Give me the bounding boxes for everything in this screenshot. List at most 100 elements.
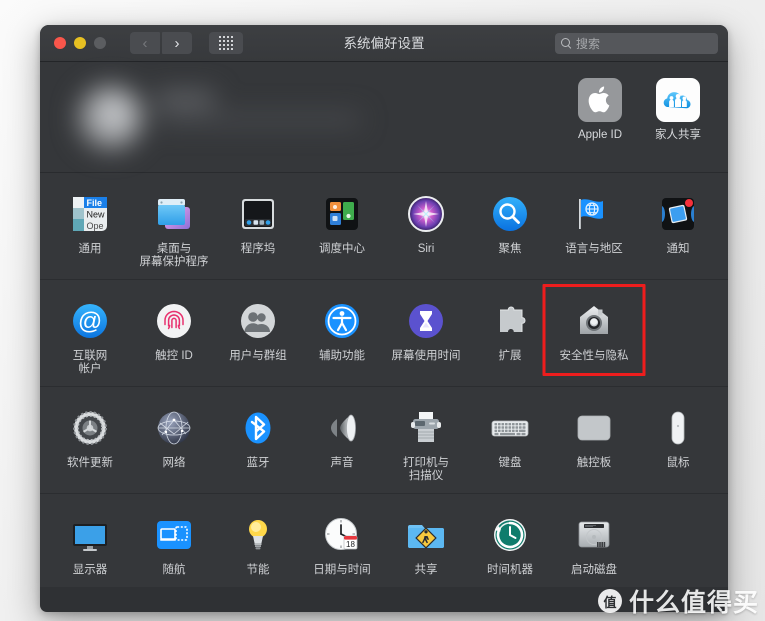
grid-icon <box>219 36 233 50</box>
pref-row: 软件更新 网络 蓝牙 声音 打印机与 扫描仪 键盘 触控板 鼠标 <box>40 398 728 487</box>
pref-empty-slot <box>636 291 720 380</box>
chevron-right-icon: › <box>174 34 180 52</box>
pref-row: File New Ope 通用 桌面与 屏幕保护程序 程序坞 调度中心 Siri… <box>40 184 728 273</box>
pref-time-machine[interactable]: 时间机器 <box>468 505 552 581</box>
notifications-icon <box>654 190 702 238</box>
pref-label: 网络 <box>162 457 186 469</box>
pref-sharing[interactable]: 共享 <box>384 505 468 581</box>
pref-empty-slot <box>636 505 720 581</box>
pref-label: 安全性与隐私 <box>559 350 629 362</box>
network-icon <box>150 404 198 452</box>
pref-software-update[interactable]: 软件更新 <box>48 398 132 487</box>
extensions-icon <box>486 297 534 345</box>
pref-touch-id[interactable]: 触控 ID <box>132 291 216 380</box>
dock-icon <box>234 190 282 238</box>
users-groups-icon <box>234 297 282 345</box>
minimize-button[interactable] <box>74 37 86 49</box>
svg-text:Ope: Ope <box>87 221 104 231</box>
pref-accessibility[interactable]: 辅助功能 <box>300 291 384 380</box>
search-field[interactable]: 搜索 <box>555 33 718 54</box>
search-placeholder: 搜索 <box>576 37 601 51</box>
pref-label: 桌面与 屏幕保护程序 <box>139 243 209 268</box>
pref-users-groups[interactable]: 用户与群组 <box>216 291 300 380</box>
pref-mouse[interactable]: 鼠标 <box>636 398 720 487</box>
pref-label: 语言与地区 <box>565 243 623 255</box>
traffic-light-group <box>54 37 106 49</box>
system-preferences-window: ‹ › 系统偏好设置 搜索 Apple ID 家人共享 File New Ope… <box>40 25 728 612</box>
accessibility-icon <box>318 297 366 345</box>
pref-siri[interactable]: Siri <box>384 184 468 273</box>
account-banner: Apple ID 家人共享 <box>40 62 728 173</box>
pref-label: 随航 <box>162 564 186 576</box>
pref-bluetooth[interactable]: 蓝牙 <box>216 398 300 487</box>
pref-label: 蓝牙 <box>246 457 270 469</box>
blurred-profile[interactable] <box>56 70 376 162</box>
pref-printers-scanners[interactable]: 打印机与 扫描仪 <box>384 398 468 487</box>
trackpad-icon <box>570 404 618 452</box>
account-detail-redacted <box>156 114 360 125</box>
pref-energy-saver[interactable]: 节能 <box>216 505 300 581</box>
forward-button[interactable]: › <box>162 32 192 54</box>
pref-mission-control[interactable]: 调度中心 <box>300 184 384 273</box>
pref-label: 软件更新 <box>67 457 113 469</box>
pref-label: 通用 <box>78 243 102 255</box>
pref-network[interactable]: 网络 <box>132 398 216 487</box>
pref-startup-disk[interactable]: 启动磁盘 <box>552 505 636 581</box>
pref-spotlight[interactable]: 聚焦 <box>468 184 552 273</box>
pref-date-time[interactable]: 18 日期与时间 <box>300 505 384 581</box>
show-all-button[interactable] <box>209 32 243 54</box>
pref-label: 通知 <box>666 243 690 255</box>
pref-sound[interactable]: 声音 <box>300 398 384 487</box>
siri-icon <box>402 190 450 238</box>
search-icon <box>561 38 572 49</box>
section-hardware: 软件更新 网络 蓝牙 声音 打印机与 扫描仪 键盘 触控板 鼠标 <box>40 386 728 493</box>
close-button[interactable] <box>54 37 66 49</box>
pref-trackpad[interactable]: 触控板 <box>552 398 636 487</box>
pref-security-privacy[interactable]: 安全性与隐私 <box>552 291 636 380</box>
pref-notifications[interactable]: 通知 <box>636 184 720 273</box>
family-sharing-icon <box>654 76 702 124</box>
watermark: 值 什么值得买 <box>597 583 759 619</box>
screen-time-icon <box>402 297 450 345</box>
section-system: 显示器 随航 节能 18 日期与时间 共享 时间机器 启动磁盘 <box>40 493 728 587</box>
pref-row: @ 互联网 帐户 触控 ID 用户与群组 辅助功能 屏幕使用时间 扩展 安全性与… <box>40 291 728 380</box>
zoom-button[interactable] <box>94 37 106 49</box>
pref-label: 调度中心 <box>319 243 365 255</box>
time-machine-icon <box>486 511 534 559</box>
chevron-left-icon: ‹ <box>142 34 148 52</box>
pref-language-region[interactable]: 语言与地区 <box>552 184 636 273</box>
startup-disk-icon <box>570 511 618 559</box>
touch-id-icon <box>150 297 198 345</box>
pref-family-sharing[interactable]: 家人共享 <box>654 76 702 142</box>
pref-sidecar[interactable]: 随航 <box>132 505 216 581</box>
security-privacy-icon <box>570 297 618 345</box>
pref-displays[interactable]: 显示器 <box>48 505 132 581</box>
pref-label: 聚焦 <box>498 243 522 255</box>
pref-general[interactable]: File New Ope 通用 <box>48 184 132 273</box>
displays-icon <box>66 511 114 559</box>
software-update-icon <box>66 404 114 452</box>
pref-keyboard[interactable]: 键盘 <box>468 398 552 487</box>
account-name-redacted <box>156 92 214 106</box>
pref-apple-id[interactable]: Apple ID <box>576 76 624 142</box>
avatar <box>78 86 142 150</box>
pref-label: 鼠标 <box>666 457 690 469</box>
pref-label: 打印机与 扫描仪 <box>403 457 449 482</box>
spotlight-icon <box>486 190 534 238</box>
navigation-buttons: ‹ › <box>130 32 192 54</box>
pref-dock[interactable]: 程序坞 <box>216 184 300 273</box>
preferences-grid: File New Ope 通用 桌面与 屏幕保护程序 程序坞 调度中心 Siri… <box>40 173 728 587</box>
pref-internet-accounts[interactable]: @ 互联网 帐户 <box>48 291 132 380</box>
sidecar-icon <box>150 511 198 559</box>
pref-label: 时间机器 <box>487 564 533 576</box>
section-personal: File New Ope 通用 桌面与 屏幕保护程序 程序坞 调度中心 Siri… <box>40 173 728 279</box>
pref-row: 显示器 随航 节能 18 日期与时间 共享 时间机器 启动磁盘 <box>40 505 728 581</box>
back-button[interactable]: ‹ <box>130 32 160 54</box>
pref-label: 屏幕使用时间 <box>391 350 461 362</box>
pref-label: 共享 <box>414 564 438 576</box>
watermark-text: 什么值得买 <box>628 589 759 617</box>
pref-extensions[interactable]: 扩展 <box>468 291 552 380</box>
date-time-icon: 18 <box>318 511 366 559</box>
pref-screen-time[interactable]: 屏幕使用时间 <box>384 291 468 380</box>
pref-desktop-screensaver[interactable]: 桌面与 屏幕保护程序 <box>132 184 216 273</box>
